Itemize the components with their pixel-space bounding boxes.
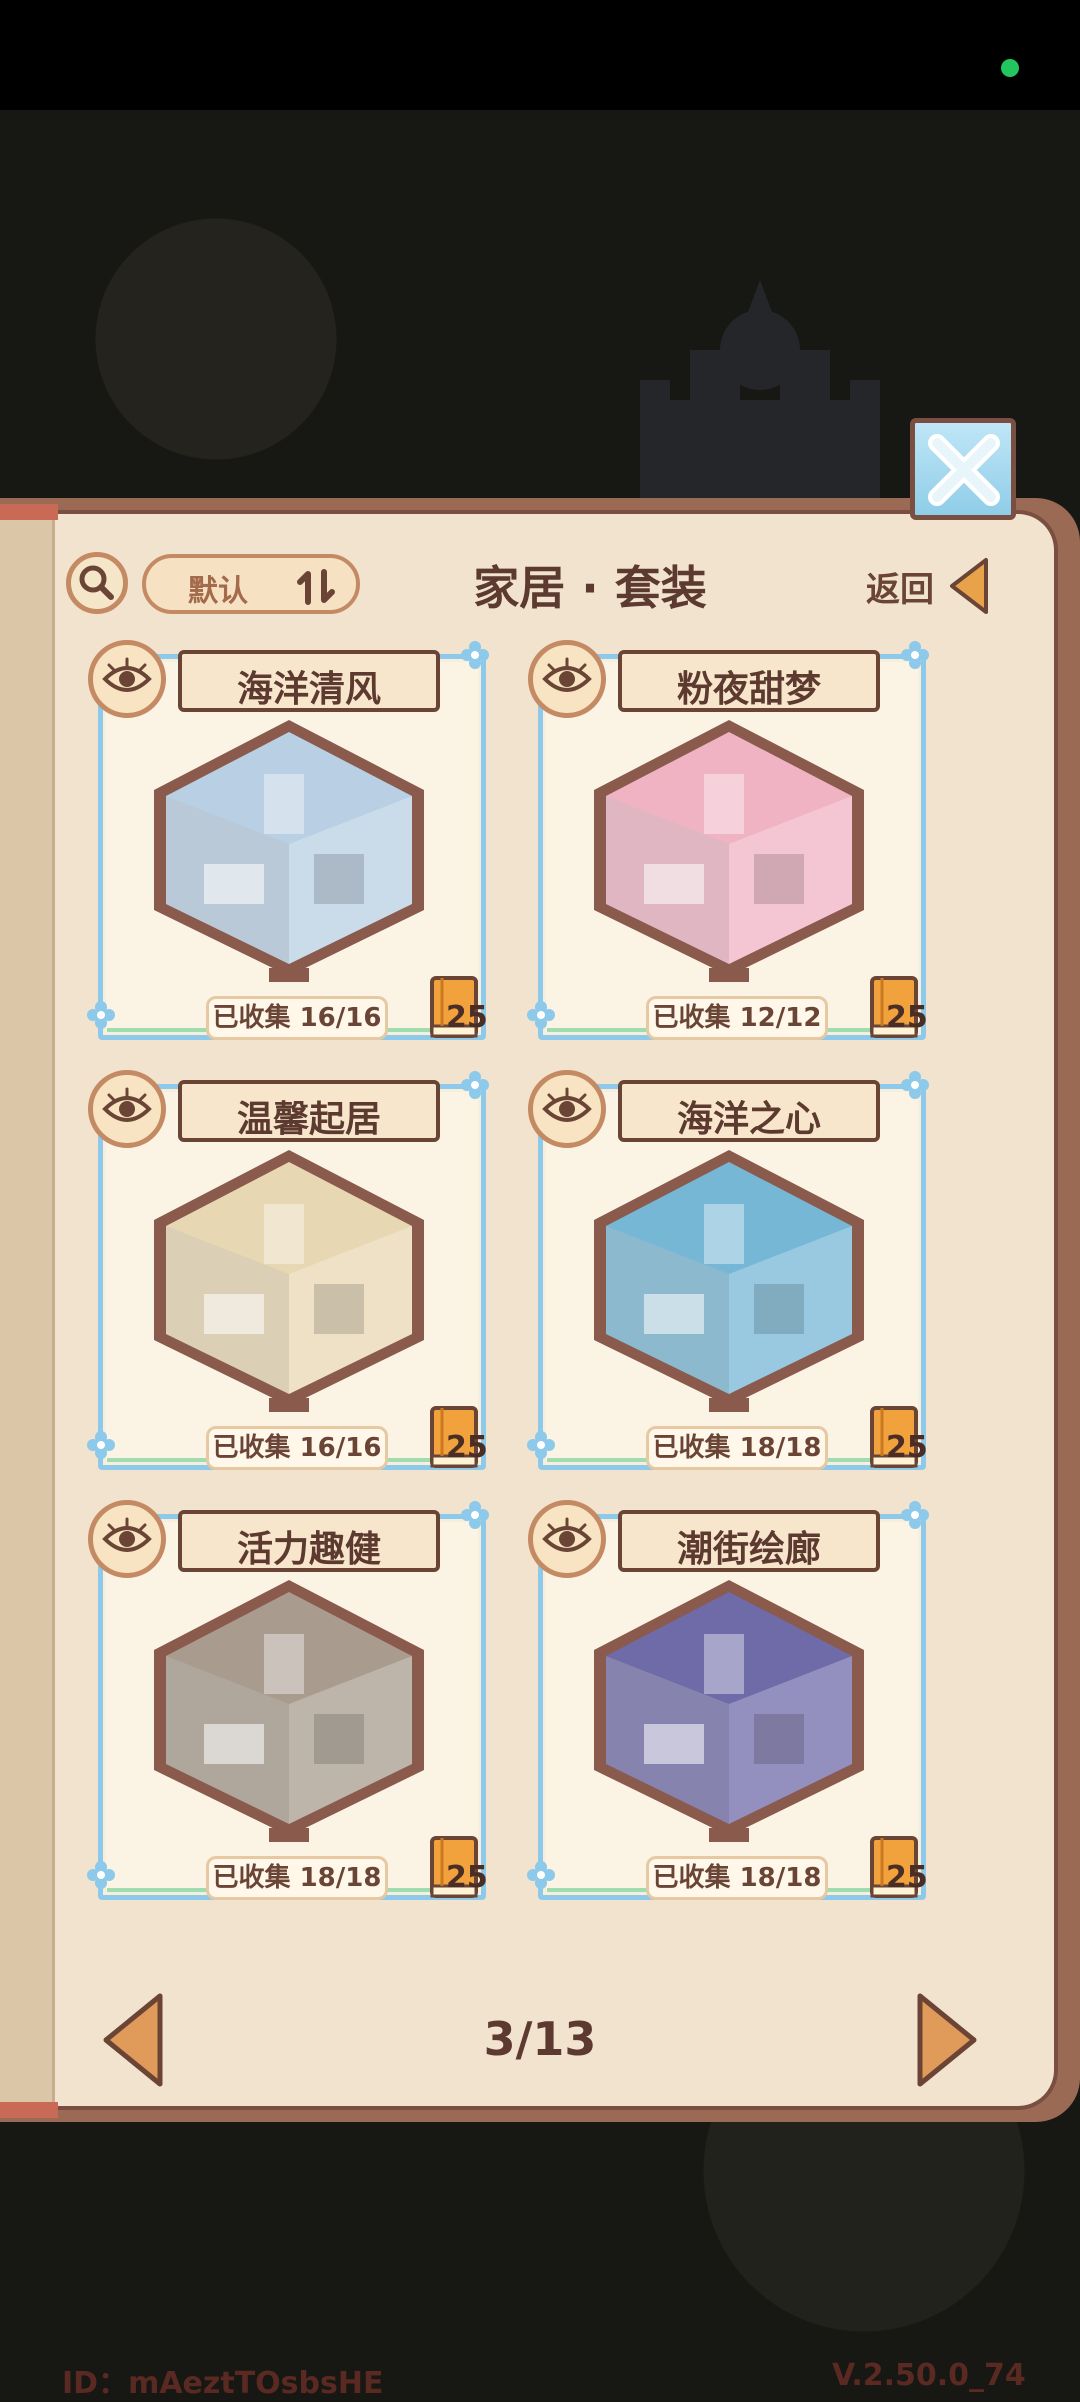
preview-eye-button[interactable] [528,640,606,718]
close-icon [928,434,1000,506]
corner-flower [901,1071,929,1099]
room-preview-image [594,720,864,982]
set-name: 海洋之心 [676,1099,821,1140]
eye-icon [102,657,152,692]
prev-page-button[interactable] [100,1990,166,2094]
preview-eye-button[interactable] [88,1070,166,1148]
furniture-set-card[interactable]: 粉夜甜梦 已收集 12/12 25 [527,640,929,1042]
preview-eye-button[interactable] [528,1500,606,1578]
room-preview-image [154,1150,424,1412]
book-cost: 25 [886,1430,928,1465]
next-arrow-icon [917,1993,977,2087]
book-cost: 25 [886,1000,928,1035]
room-preview-image [154,720,424,982]
book-cost: 25 [446,1430,488,1465]
corner-flower [87,1861,115,1889]
sort-button[interactable]: 默认 [142,554,360,614]
set-name: 温馨起居 [236,1099,381,1140]
preview-eye-button[interactable] [88,1500,166,1578]
preview-eye-button[interactable] [528,1070,606,1148]
spine-tab [0,504,58,520]
corner-flower [527,1431,555,1459]
eye-icon [542,1517,592,1552]
room-preview-image [154,1580,424,1842]
sort-icon [297,569,335,605]
card-title-ribbon: 潮街绘廊 [618,1510,880,1572]
book-cost: 25 [446,1860,488,1895]
eye-icon [102,1087,152,1122]
furniture-set-card[interactable]: 温馨起居 已收集 16/16 25 [87,1070,489,1472]
corner-flower [527,1001,555,1029]
sort-label: 默认 [188,574,248,609]
book-cost: 25 [446,1000,488,1035]
corner-flower [461,1501,489,1529]
corner-flower [901,641,929,669]
book-cost: 25 [886,1860,928,1895]
furniture-set-card[interactable]: 海洋之心 已收集 18/18 25 [527,1070,929,1472]
status-indicator-dot [1001,59,1019,77]
collected-count: 已收集 12/12 [646,996,828,1040]
corner-flower [527,1861,555,1889]
collected-count: 已收集 18/18 [646,1426,828,1470]
room-preview-image [594,1580,864,1842]
book-spine [0,514,55,2106]
corner-flower [87,1001,115,1029]
eye-icon [542,1087,592,1122]
search-icon [79,565,114,600]
collected-count: 已收集 18/18 [206,1856,388,1900]
prev-arrow-icon [103,1993,163,2087]
status-bar [0,0,1080,110]
corner-flower [461,1071,489,1099]
card-title-ribbon: 温馨起居 [178,1080,440,1142]
room-preview-image [594,1150,864,1412]
furniture-set-card[interactable]: 海洋清风 已收集 16/16 25 [87,640,489,1042]
next-page-button[interactable] [914,1990,980,2094]
furniture-set-card[interactable]: 活力趣健 已收集 18/18 25 [87,1500,489,1902]
card-title-ribbon: 海洋之心 [618,1080,880,1142]
corner-flower [87,1431,115,1459]
collected-count: 已收集 18/18 [646,1856,828,1900]
corner-flower [461,641,489,669]
back-label: 返回 [866,570,934,610]
eye-icon [102,1517,152,1552]
close-button[interactable] [910,418,1016,520]
back-arrow-icon [950,558,988,614]
furniture-set-card[interactable]: 潮街绘廊 已收集 18/18 25 [527,1500,929,1902]
set-name: 潮街绘廊 [676,1529,821,1570]
castle-silhouette [640,280,880,510]
set-name: 活力趣健 [236,1529,381,1570]
card-title-ribbon: 活力趣健 [178,1510,440,1572]
user-id: ID：mAeztTOsbsHE [62,2366,384,2401]
collected-count: 已收集 16/16 [206,996,388,1040]
eye-icon [542,657,592,692]
page-indicator: 3/13 [483,2012,597,2066]
page-title: 家居 · 套装 [473,561,707,615]
corner-flower [901,1501,929,1529]
set-name: 粉夜甜梦 [676,669,821,710]
version-label: V.2.50.0_74 [832,2358,1026,2393]
card-title-ribbon: 粉夜甜梦 [618,650,880,712]
collected-count: 已收集 16/16 [206,1426,388,1470]
search-button[interactable] [66,552,128,614]
set-name: 海洋清风 [236,669,381,710]
preview-eye-button[interactable] [88,640,166,718]
spine-tab [0,2102,58,2118]
card-title-ribbon: 海洋清风 [178,650,440,712]
